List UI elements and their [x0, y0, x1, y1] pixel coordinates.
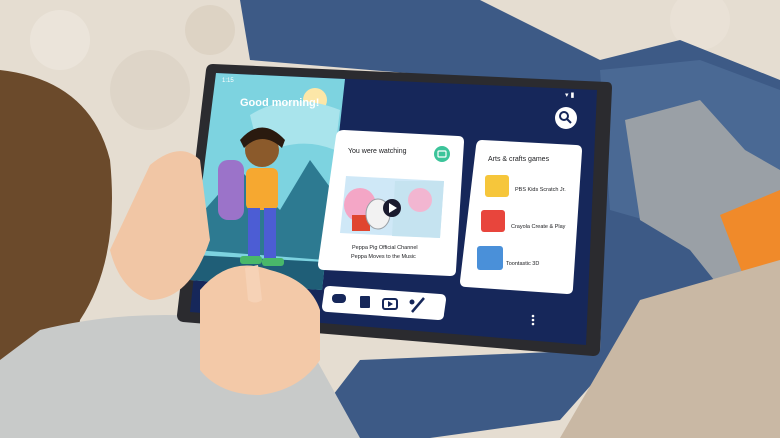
photo-scene: 1:15 ▾ ▮ Good morning! You were watching…	[0, 0, 780, 438]
game-label: PBS Kids Scratch Jr.	[515, 187, 566, 193]
character-shoe-left	[240, 256, 262, 264]
games-card-title: Arts & crafts games	[488, 156, 550, 163]
video-channel: Peppa Pig Official Channel	[352, 245, 418, 251]
character-shoe-right	[262, 258, 284, 266]
status-time: 1:15	[222, 78, 234, 84]
character-leg-left	[248, 208, 260, 258]
pbs-kids-app-icon	[485, 175, 509, 197]
greeting-text: Good morning!	[240, 97, 319, 109]
guitar-case	[218, 160, 244, 220]
character-shirt	[246, 168, 278, 210]
character-leg-right	[264, 208, 276, 258]
game-label: Crayola Create & Play	[511, 224, 566, 230]
arts-crafts-games-card[interactable]: Arts & crafts games PBS Kids Scratch Jr.…	[460, 140, 582, 294]
video-episode: Peppa Moves to the Music	[351, 254, 416, 260]
you-were-watching-card[interactable]: You were watching Peppa Pig Official Cha…	[318, 130, 464, 276]
watching-card-title: You were watching	[348, 148, 407, 155]
games-icon[interactable]	[332, 294, 346, 303]
toontastic-app-icon	[477, 246, 503, 270]
books-icon[interactable]	[360, 296, 370, 308]
more-options-icon[interactable]	[531, 314, 535, 326]
status-icons: ▾ ▮	[565, 92, 574, 99]
crayola-app-icon	[481, 210, 505, 232]
blossom-tree	[408, 188, 432, 212]
video-thumbnail[interactable]	[340, 176, 444, 238]
search-button[interactable]	[555, 107, 577, 129]
tv-icon[interactable]	[434, 146, 450, 162]
game-label: Toontastic 3D	[506, 261, 539, 267]
